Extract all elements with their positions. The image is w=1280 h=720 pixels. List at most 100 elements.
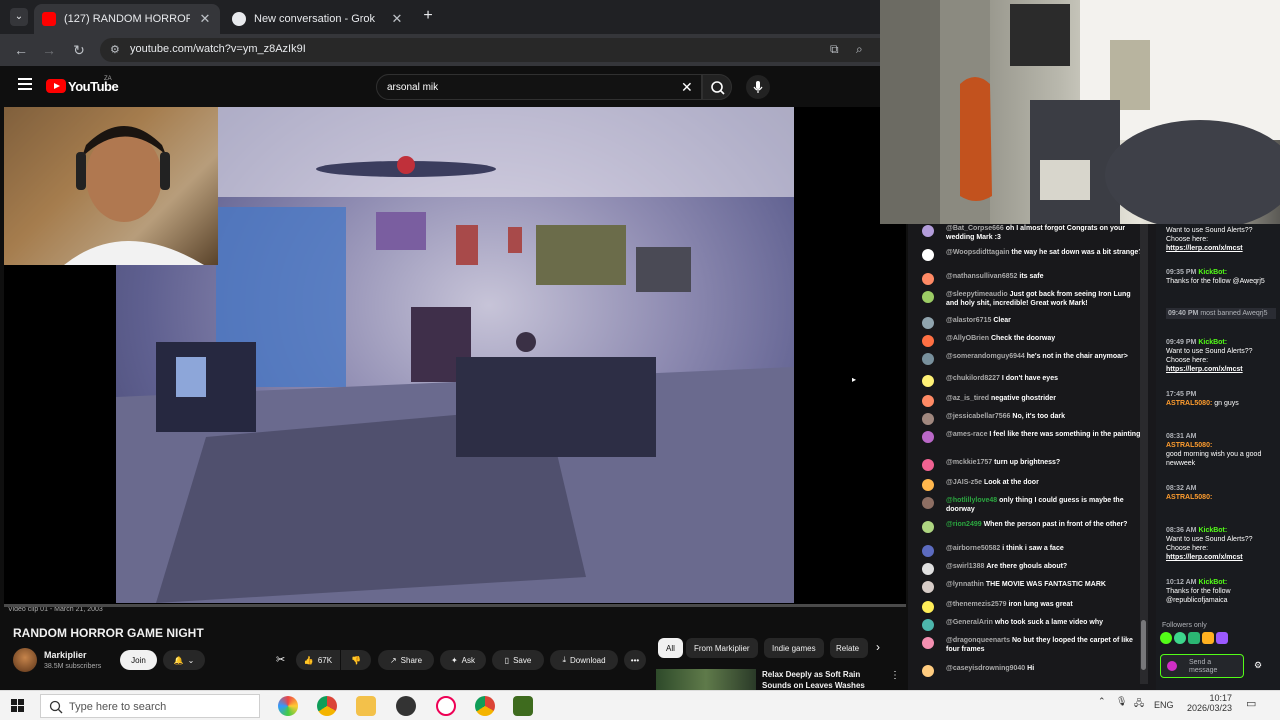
- chat-username[interactable]: @jessicabellar7566: [946, 413, 1010, 420]
- chat-avatar-icon[interactable]: [922, 563, 934, 575]
- network-icon[interactable]: 🖧: [1134, 696, 1144, 712]
- chat-avatar-icon[interactable]: [922, 225, 934, 237]
- chat-username[interactable]: @az_is_tired: [946, 395, 989, 402]
- like-button[interactable]: 👍 67K: [296, 650, 340, 670]
- chat-username[interactable]: @Bat_Corpse666: [946, 225, 1004, 232]
- join-button[interactable]: Join: [120, 650, 157, 670]
- chip-from-markiplier[interactable]: From Markiplier: [686, 638, 758, 658]
- chat-avatar-icon[interactable]: [922, 459, 934, 471]
- tab-search-button[interactable]: ⌄: [10, 8, 28, 26]
- kick-message-link[interactable]: https://lerp.com/x/mcst: [1166, 554, 1243, 561]
- chat-username[interactable]: @GeneralArin: [946, 619, 993, 626]
- copilot-icon[interactable]: [278, 696, 298, 716]
- kick-message-link[interactable]: https://lerp.com/x/mcst: [1166, 366, 1243, 373]
- file-explorer-icon[interactable]: [356, 696, 376, 716]
- reload-icon[interactable]: ↻: [70, 41, 88, 59]
- chrome-window-icon[interactable]: [475, 696, 495, 716]
- language-indicator[interactable]: ENG: [1154, 700, 1174, 710]
- emoji-icon[interactable]: [1167, 661, 1177, 671]
- chrome-icon[interactable]: [317, 696, 337, 716]
- chat-username[interactable]: @airborne50582: [946, 545, 1000, 552]
- chat-username[interactable]: @JAIS-z5e: [946, 479, 982, 486]
- tray-overflow-icon[interactable]: ⌃: [1098, 696, 1106, 707]
- kick-username[interactable]: ASTRAL5080:: [1166, 494, 1212, 501]
- chevron-right-icon[interactable]: ›: [876, 640, 880, 654]
- chat-avatar-icon[interactable]: [922, 479, 934, 491]
- share-button[interactable]: ↗ Share: [378, 650, 434, 670]
- emote-icon[interactable]: [1202, 632, 1214, 644]
- chat-avatar-icon[interactable]: [922, 601, 934, 613]
- notifications-button[interactable]: 🔔 ⌄: [163, 650, 205, 670]
- more-actions-icon[interactable]: •••: [624, 650, 646, 670]
- kick-message-input[interactable]: Send a message: [1160, 654, 1244, 678]
- chat-avatar-icon[interactable]: [922, 581, 934, 593]
- chat-avatar-icon[interactable]: [922, 545, 934, 557]
- chat-avatar-icon[interactable]: [922, 665, 934, 677]
- chat-username[interactable]: @rion2499: [946, 521, 982, 528]
- chat-username[interactable]: @lynnathin: [946, 581, 984, 588]
- close-tab-icon[interactable]: ✕: [390, 11, 404, 27]
- chat-avatar-icon[interactable]: [922, 619, 934, 631]
- chat-username[interactable]: @somerandomguy6944: [946, 353, 1025, 360]
- kick-username[interactable]: ASTRAL5080:: [1166, 442, 1212, 449]
- emote-icon[interactable]: [1160, 632, 1172, 644]
- chat-avatar-icon[interactable]: [922, 395, 934, 407]
- chat-username[interactable]: @swirl1388: [946, 563, 984, 570]
- chat-avatar-icon[interactable]: [922, 317, 934, 329]
- emote-icon[interactable]: [1188, 632, 1200, 644]
- chip-indie-games[interactable]: Indie games: [764, 638, 824, 658]
- chat-username[interactable]: @hotlillylove48: [946, 497, 997, 504]
- address-bar[interactable]: ⚙ youtube.com/watch?v=ym_z8AzIk9I ⧉ ⌕: [100, 38, 880, 62]
- site-info-icon[interactable]: ⚙: [110, 43, 120, 56]
- chat-username[interactable]: @dragonqueenarts: [946, 637, 1010, 644]
- zoom-icon[interactable]: ⌕: [856, 42, 863, 57]
- search-button[interactable]: [702, 74, 732, 100]
- tab-grok[interactable]: New conversation - Grok ✕: [224, 4, 412, 34]
- chat-username[interactable]: @AllyOBrien: [946, 335, 989, 342]
- kick-username[interactable]: KickBot:: [1198, 579, 1227, 586]
- kick-message-link[interactable]: https://lerp.com/x/mcst: [1166, 245, 1243, 252]
- chat-scrollbar[interactable]: [1140, 224, 1148, 684]
- ask-button[interactable]: ✦ Ask: [440, 650, 486, 670]
- kick-username[interactable]: KickBot:: [1198, 527, 1227, 534]
- kick-username[interactable]: ASTRAL5080:: [1166, 400, 1212, 407]
- close-tab-icon[interactable]: ✕: [198, 11, 212, 27]
- chat-username[interactable]: @chukilord8227: [946, 375, 1000, 382]
- emote-bar[interactable]: [1160, 632, 1276, 646]
- related-menu-icon[interactable]: ⋮: [890, 670, 900, 681]
- search-input[interactable]: arsonal mik ✕: [376, 74, 702, 100]
- windows-start-icon[interactable]: [11, 699, 24, 717]
- back-icon[interactable]: ←: [12, 41, 30, 59]
- chat-avatar-icon[interactable]: [922, 273, 934, 285]
- chat-avatar-icon[interactable]: [922, 521, 934, 533]
- obs-icon[interactable]: [396, 696, 416, 716]
- chat-avatar-icon[interactable]: [922, 413, 934, 425]
- clip-icon[interactable]: ✂: [276, 653, 285, 666]
- taskbar-search-input[interactable]: Type here to search: [40, 694, 260, 718]
- chat-username[interactable]: @mckkie1757: [946, 459, 992, 466]
- clear-search-icon[interactable]: ✕: [681, 79, 693, 96]
- notification-icon[interactable]: ▭: [1246, 697, 1256, 710]
- dislike-button[interactable]: 👎: [341, 650, 371, 670]
- youtube-logo-icon[interactable]: [46, 79, 66, 93]
- chat-avatar-icon[interactable]: [922, 291, 934, 303]
- settings-icon[interactable]: ⚙: [1254, 660, 1262, 671]
- chat-avatar-icon[interactable]: [922, 335, 934, 347]
- chat-username[interactable]: @Woopsdidttagain: [946, 249, 1009, 256]
- chat-avatar-icon[interactable]: [922, 375, 934, 387]
- chat-avatar-icon[interactable]: [922, 353, 934, 365]
- progress-bar[interactable]: [4, 604, 906, 607]
- chat-avatar-icon[interactable]: [922, 497, 934, 509]
- emote-icon[interactable]: [1216, 632, 1228, 644]
- chat-username[interactable]: @ames-race: [946, 431, 987, 438]
- chat-username[interactable]: @sleepytimeaudio: [946, 291, 1008, 298]
- chip-all[interactable]: All: [658, 638, 683, 658]
- video-player[interactable]: Video clip 01 - March 21, 2003 ▸: [4, 107, 906, 613]
- download-button[interactable]: ⤓ Download: [550, 650, 618, 670]
- snipping-tool-icon[interactable]: [436, 696, 456, 716]
- install-app-icon[interactable]: ⧉: [830, 42, 839, 57]
- chat-username[interactable]: @caseyisdrowning9040: [946, 665, 1025, 672]
- chat-scroll-thumb[interactable]: [1141, 620, 1146, 670]
- kick-username[interactable]: KickBot:: [1198, 339, 1227, 346]
- menu-icon[interactable]: [18, 78, 32, 90]
